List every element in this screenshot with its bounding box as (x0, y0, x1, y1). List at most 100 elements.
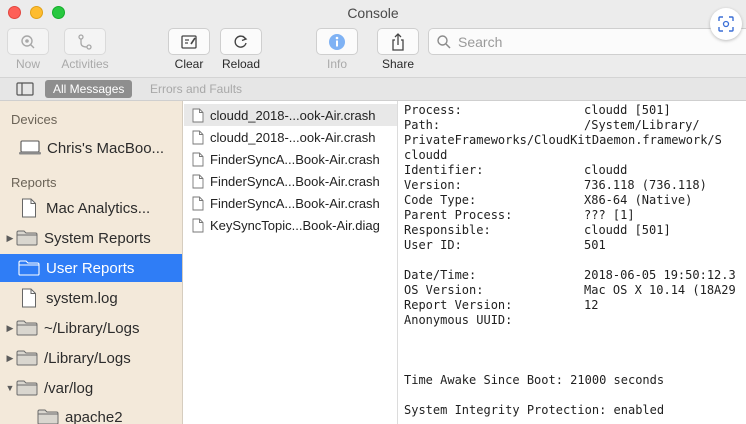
reports-header: Reports (11, 175, 57, 190)
os-version-value: Mac OS X 10.14 (18A29 (584, 283, 736, 297)
info-button[interactable] (316, 28, 358, 55)
info-label: Info (326, 57, 347, 71)
document-icon (192, 108, 204, 123)
disclosure-triangle-icon[interactable]: ▶ (5, 233, 15, 244)
report-version-label: Report Version: (404, 298, 513, 312)
sidebar-item-system-log[interactable]: system.log (0, 284, 182, 312)
sidebar-item-label: ~/Library/Logs (44, 319, 140, 337)
path-value: /System/Library/ (584, 118, 700, 132)
sidebar-item-user-reports[interactable]: User Reports (0, 254, 182, 282)
clear-button[interactable] (168, 28, 210, 55)
info-icon (329, 33, 345, 50)
share-label: Share (381, 57, 415, 71)
now-icon (21, 34, 35, 48)
errors-and-faults-filter[interactable]: Errors and Faults (150, 80, 242, 98)
document-icon (192, 152, 204, 167)
sidebar-item-label: /var/log (44, 379, 94, 397)
search-icon (437, 34, 451, 49)
parent-process-label: Parent Process: (404, 208, 513, 222)
version-value: 736.118 (736.118) (584, 178, 707, 192)
date-time-value: 2018-06-05 19:50:12.3 (584, 268, 736, 282)
clear-icon (181, 34, 197, 49)
window-toolbar: Console Now Activities Clear Reload Info… (0, 0, 746, 78)
process-label: Process: (404, 103, 462, 117)
reload-icon (234, 34, 248, 48)
scan-icon (718, 16, 734, 32)
parent-process-value: ??? [1] (584, 208, 635, 222)
list-item[interactable]: FinderSyncA...Book-Air.crash (184, 192, 397, 214)
document-icon (17, 198, 41, 218)
disclosure-triangle-expanded-icon[interactable]: ▼ (5, 383, 15, 393)
file-name: cloudd_2018-...ook-Air.crash (210, 107, 376, 123)
sidebar-item-library-logs[interactable]: ▶ /Library/Logs (0, 344, 182, 372)
activities-label: Activities (61, 57, 109, 71)
sidebar-item-label: System Reports (44, 229, 151, 247)
reload-label: Reload (221, 57, 261, 71)
sidebar-item-label: User Reports (46, 259, 135, 277)
activities-button[interactable] (64, 28, 106, 55)
search-input[interactable] (458, 33, 718, 50)
sidebar-toggle-icon[interactable] (16, 82, 34, 96)
time-awake-line: Time Awake Since Boot: 21000 seconds (404, 373, 665, 387)
folder-icon (17, 258, 41, 278)
version-label: Version: (404, 178, 462, 192)
file-name: FinderSyncA...Book-Air.crash (210, 173, 380, 189)
sidebar-item-var-log[interactable]: ▼ /var/log (0, 374, 182, 402)
identifier-label: Identifier: (404, 163, 484, 177)
report-detail[interactable]: Process: cloudd [501] Path: /System/Libr… (399, 101, 746, 424)
date-time-label: Date/Time: (404, 268, 477, 282)
sidebar: Devices Chris's MacBoo... Reports Mac An… (0, 101, 183, 424)
list-item[interactable]: cloudd_2018-...ook-Air.crash (184, 104, 397, 126)
laptop-icon (18, 138, 42, 158)
sidebar-item-label: system.log (46, 289, 118, 307)
all-messages-filter[interactable]: All Messages (45, 80, 133, 98)
sip-line: System Integrity Protection: enabled (404, 403, 665, 417)
sidebar-item-user-library-logs[interactable]: ▶ ~/Library/Logs (0, 314, 182, 342)
filter-bar: All Messages Errors and Faults (0, 78, 746, 101)
reload-button[interactable] (220, 28, 262, 55)
identifier-value: cloudd (584, 163, 628, 177)
sidebar-item-system-reports[interactable]: ▶ System Reports (0, 224, 182, 252)
folder-icon (15, 348, 39, 368)
sidebar-item-label: apache2 (65, 408, 123, 424)
sidebar-item-mac-analytics[interactable]: Mac Analytics... (0, 194, 182, 222)
responsible-value: cloudd [501] (584, 223, 671, 237)
screenshot-overlay-button[interactable] (710, 8, 742, 40)
path-continuation: cloudd (404, 148, 448, 162)
anonymous-uuid-label: Anonymous UUID: (404, 313, 513, 327)
now-button[interactable] (7, 28, 49, 55)
folder-icon (36, 407, 60, 424)
document-icon (17, 288, 41, 308)
path-label: Path: (404, 118, 441, 132)
sidebar-item-apache2[interactable]: apache2 (0, 403, 182, 424)
sidebar-item-label: /Library/Logs (44, 349, 131, 367)
list-item[interactable]: FinderSyncA...Book-Air.crash (184, 170, 397, 192)
share-icon (392, 32, 404, 51)
disclosure-triangle-icon[interactable]: ▶ (5, 323, 15, 334)
document-icon (192, 196, 204, 211)
file-name: FinderSyncA...Book-Air.crash (210, 151, 380, 167)
sidebar-item-label: Mac Analytics... (46, 199, 151, 217)
report-version-value: 12 (584, 298, 599, 312)
folder-icon (15, 318, 39, 338)
user-id-label: User ID: (404, 238, 462, 252)
list-item[interactable]: FinderSyncA...Book-Air.crash (184, 148, 397, 170)
path-continuation: PrivateFrameworks/CloudKitDaemon.framewo… (404, 133, 722, 147)
devices-header: Devices (11, 112, 58, 127)
list-item[interactable]: cloudd_2018-...ook-Air.crash (184, 126, 397, 148)
file-name: KeySyncTopic...Book-Air.diag (210, 217, 380, 233)
sidebar-item-device[interactable]: Chris's MacBoo... (0, 134, 182, 162)
file-name: FinderSyncA...Book-Air.crash (210, 195, 380, 211)
document-icon (192, 174, 204, 189)
share-button[interactable] (377, 28, 419, 55)
code-type-label: Code Type: (404, 193, 477, 207)
search-field[interactable] (428, 28, 746, 55)
report-file-list: cloudd_2018-...ook-Air.crash cloudd_2018… (184, 101, 398, 424)
user-id-value: 501 (584, 238, 606, 252)
os-version-label: OS Version: (404, 283, 484, 297)
window-title: Console (347, 5, 399, 21)
folder-icon (15, 228, 39, 248)
folder-icon (15, 378, 39, 398)
list-item[interactable]: KeySyncTopic...Book-Air.diag (184, 214, 397, 236)
disclosure-triangle-icon[interactable]: ▶ (5, 353, 15, 364)
